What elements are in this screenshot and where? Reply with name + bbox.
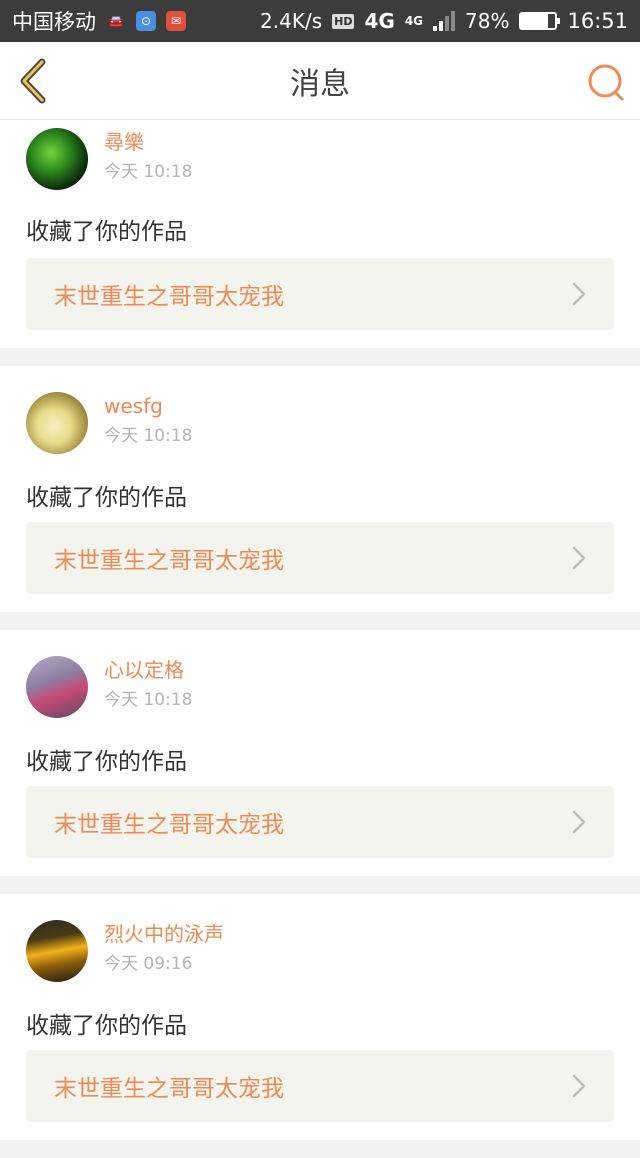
work-title: 末世重生之哥哥太宠我 (54, 812, 284, 838)
message-header: wesfg 今天 10:18 (26, 392, 192, 454)
avatar[interactable] (26, 392, 88, 454)
work-title: 末世重生之哥哥太宠我 (54, 1076, 284, 1102)
network-speed: 2.4K/s (260, 9, 323, 33)
signal-icon (433, 11, 456, 31)
network-type-1: 4G (364, 9, 395, 33)
chevron-right-icon (572, 1074, 586, 1098)
message-card: 尋樂 今天 10:18 收藏了你的作品 末世重生之哥哥太宠我 (0, 120, 640, 348)
carrier-label: 中国移动 (12, 10, 96, 34)
message-header: 尋樂 今天 10:18 (26, 128, 192, 190)
message-time: 今天 10:18 (104, 690, 193, 710)
user-name[interactable]: wesfg (104, 392, 192, 420)
battery-icon (519, 12, 561, 30)
message-action: 收藏了你的作品 (26, 485, 187, 511)
message-time: 今天 10:18 (104, 162, 193, 182)
avatar[interactable] (26, 656, 88, 718)
chevron-right-icon (572, 282, 586, 306)
message-card: 烈火中的泳声 今天 09:16 收藏了你的作品 末世重生之哥哥太宠我 (0, 894, 640, 1140)
message-header: 烈火中的泳声 今天 09:16 (26, 920, 224, 982)
message-card: 心以定格 今天 10:18 收藏了你的作品 末世重生之哥哥太宠我 (0, 630, 640, 876)
status-bar: 中国移动 🚘 ⊙ ✉ 2.4K/s HD 4G 4G 78% 16:51 (0, 0, 640, 42)
search-icon[interactable] (586, 62, 626, 102)
avatar[interactable] (26, 128, 88, 190)
chevron-right-icon (572, 546, 586, 570)
mail-app-icon: ✉ (166, 11, 186, 31)
back-chevron-icon[interactable] (12, 56, 58, 106)
work-link[interactable]: 末世重生之哥哥太宠我 (26, 786, 614, 858)
message-action: 收藏了你的作品 (26, 219, 187, 245)
work-title: 末世重生之哥哥太宠我 (54, 284, 284, 310)
work-link[interactable]: 末世重生之哥哥太宠我 (26, 1050, 614, 1122)
user-name[interactable]: 尋樂 (104, 128, 192, 156)
hd-badge: HD (332, 13, 355, 29)
battery-percent: 78% (465, 9, 510, 33)
work-title: 末世重生之哥哥太宠我 (54, 548, 284, 574)
clock: 16:51 (567, 9, 628, 33)
message-action: 收藏了你的作品 (26, 749, 187, 775)
message-action: 收藏了你的作品 (26, 1013, 187, 1039)
message-card: wesfg 今天 10:18 收藏了你的作品 末世重生之哥哥太宠我 (0, 366, 640, 612)
car-icon: 🚘 (108, 14, 124, 28)
message-header: 心以定格 今天 10:18 (26, 656, 192, 718)
message-list: 尋樂 今天 10:18 收藏了你的作品 末世重生之哥哥太宠我 wesfg 今天 … (0, 120, 640, 1158)
message-time: 今天 09:16 (104, 954, 193, 974)
user-name[interactable]: 心以定格 (104, 656, 192, 684)
user-name[interactable]: 烈火中的泳声 (104, 920, 224, 948)
network-type-2: 4G (404, 14, 424, 28)
chevron-right-icon (572, 810, 586, 834)
nav-bar: 消息 (0, 42, 640, 120)
location-app-icon: ⊙ (136, 11, 156, 31)
work-link[interactable]: 末世重生之哥哥太宠我 (26, 522, 614, 594)
avatar[interactable] (26, 920, 88, 982)
work-link[interactable]: 末世重生之哥哥太宠我 (26, 258, 614, 330)
message-time: 今天 10:18 (104, 426, 193, 446)
page-title: 消息 (290, 66, 350, 102)
